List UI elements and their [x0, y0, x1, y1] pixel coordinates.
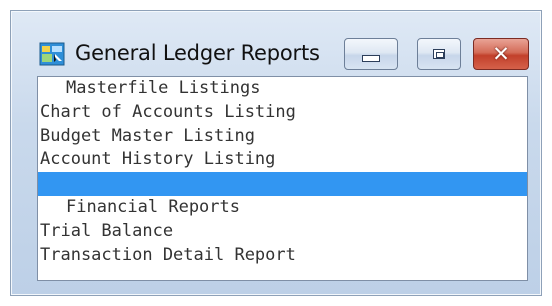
title-bar[interactable]: General Ledger Reports ✕	[11, 11, 541, 81]
list-item-budget-master[interactable]: Budget Master Listing	[38, 125, 527, 149]
report-list[interactable]: Masterfile Listings Chart of Accounts Li…	[37, 76, 528, 281]
list-header-masterfile: Masterfile Listings	[66, 78, 261, 98]
list-item-chart-of-accounts[interactable]: Chart of Accounts Listing	[38, 101, 527, 125]
ledger-app-icon	[39, 42, 65, 66]
close-icon: ✕	[492, 41, 510, 66]
close-button[interactable]: ✕	[473, 38, 529, 70]
maximize-button[interactable]	[417, 38, 461, 70]
list-item-account-history[interactable]: Account History Listing	[38, 148, 527, 172]
list-header-financial: Financial Reports	[66, 196, 240, 217]
list-item-transaction-detail[interactable]: Transaction Detail Report	[38, 244, 527, 268]
minimize-button[interactable]	[344, 38, 398, 70]
window-title: General Ledger Reports	[75, 41, 320, 65]
list-item-trial-balance[interactable]: Trial Balance	[38, 220, 527, 244]
report-window: General Ledger Reports ✕ Masterfile List…	[10, 10, 542, 296]
maximize-icon	[433, 49, 445, 59]
list-item-selected-blank[interactable]	[38, 172, 527, 196]
minimize-icon	[362, 54, 380, 62]
